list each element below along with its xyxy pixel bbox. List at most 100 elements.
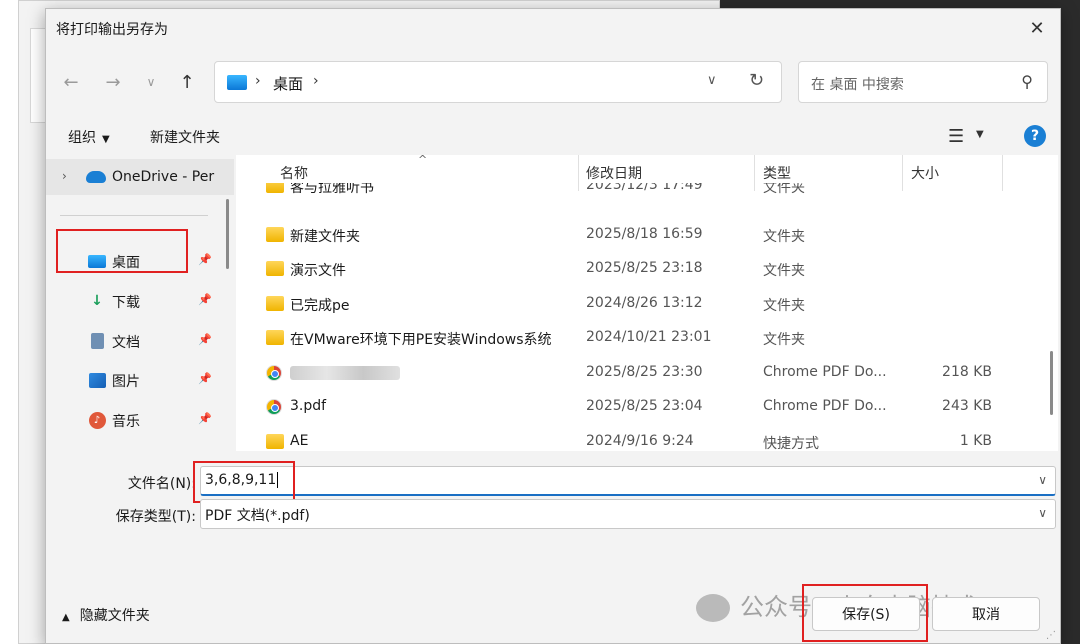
table-row[interactable]: 3.pdf 2025/8/25 23:04 Chrome PDF Do... 2… (236, 390, 1036, 424)
table-row[interactable]: 新建文件夹 2025/8/18 16:59 文件夹 (236, 218, 1036, 252)
sidebar-item-pictures[interactable]: 图片 📌 (46, 362, 234, 398)
column-header-size[interactable]: 大小 (911, 163, 939, 183)
table-row[interactable]: 演示文件 2025/8/25 23:18 文件夹 (236, 252, 1036, 286)
folder-icon (266, 261, 284, 276)
file-name: 已完成pe (290, 298, 350, 314)
sidebar-item-label: 下载 (112, 295, 140, 311)
filetype-value: PDF 文档(*.pdf) (205, 508, 310, 524)
back-button[interactable]: ← (56, 67, 86, 97)
shortcut-icon (266, 434, 284, 449)
file-name: 客与拉雅听书 (290, 183, 374, 196)
file-name: 在VMware环境下用PE安装Windows系统 (290, 332, 552, 348)
filetype-select[interactable]: PDF 文档(*.pdf) ∨ (200, 499, 1056, 529)
table-row[interactable]: 已完成pe 2024/8/26 13:12 文件夹 (236, 287, 1036, 321)
up-button[interactable]: ↑ (172, 67, 202, 97)
chevron-right-icon[interactable]: › (62, 169, 67, 183)
file-date: 2025/8/25 23:18 (586, 260, 703, 276)
blurred-file-name (290, 366, 400, 380)
close-button[interactable]: ✕ (1020, 13, 1054, 43)
column-header-name[interactable]: 名称 (280, 163, 308, 183)
file-type: Chrome PDF Do... (763, 364, 887, 380)
hide-folders-toggle[interactable]: ▲ 隐藏文件夹 (62, 605, 150, 625)
sidebar-item-downloads[interactable]: ↓ 下载 📌 (46, 283, 234, 319)
file-type: Chrome PDF Do... (763, 398, 887, 414)
sidebar-item-music[interactable]: ♪ 音乐 📌 (46, 402, 234, 438)
file-date: 2024/8/26 13:12 (586, 295, 703, 311)
table-row[interactable]: 2025/8/25 23:30 Chrome PDF Do... 218 KB (236, 356, 1036, 390)
refresh-icon[interactable]: ↻ (749, 70, 764, 91)
filename-label: 文件名(N): (127, 476, 196, 492)
breadcrumb-separator: › (255, 73, 261, 89)
new-folder-button[interactable]: 新建文件夹 (150, 127, 220, 147)
navigation-pane: › OneDrive - Per 桌面 📌 ↓ 下载 📌 文档 📌 图片 📌 ♪ (46, 155, 234, 451)
sidebar-item-label: 文档 (112, 335, 140, 351)
breadcrumb-desktop[interactable]: 桌面 (273, 73, 303, 94)
chevron-down-icon[interactable]: ∨ (707, 73, 717, 88)
file-date: 2025/8/25 23:04 (586, 398, 703, 414)
scrollbar[interactable] (1050, 351, 1053, 415)
organize-label: 组织 (68, 130, 96, 146)
file-type: 快捷方式 (763, 436, 819, 451)
dialog-title: 将打印输出另存为 (56, 22, 168, 38)
caret-down-icon[interactable]: ▼ (976, 129, 984, 140)
chrome-pdf-icon (266, 365, 282, 381)
scrollbar[interactable] (226, 199, 229, 269)
sidebar-item-videos[interactable]: 视频 (46, 441, 234, 451)
arrow-right-icon: → (105, 71, 121, 93)
close-icon: ✕ (1029, 17, 1045, 39)
organize-menu[interactable]: 组织 ▼ (68, 127, 110, 147)
file-type: 文件夹 (763, 298, 805, 314)
table-row[interactable]: 在VMware环境下用PE安装Windows系统 2024/10/21 23:0… (236, 321, 1036, 355)
sidebar-item-label: OneDrive - Per (112, 169, 215, 185)
title-bar: 将打印输出另存为 ✕ (46, 9, 1060, 49)
file-date: 2024/10/21 23:01 (586, 329, 712, 345)
file-size: 218 KB (942, 364, 992, 380)
sidebar-item-label: 视频 (112, 450, 140, 451)
file-name: 3.pdf (290, 398, 327, 414)
sidebar-item-documents[interactable]: 文档 📌 (46, 323, 234, 359)
sort-up-icon: ^ (418, 155, 428, 166)
file-name: AE (290, 433, 309, 449)
highlight-box (802, 584, 928, 642)
cancel-button[interactable]: 取消 (932, 597, 1040, 631)
arrow-up-icon: ↑ (179, 71, 195, 93)
address-bar[interactable]: › 桌面 › ∨ ↻ (214, 61, 782, 103)
search-input[interactable]: 在 桌面 中搜索 (811, 74, 904, 94)
sidebar-item-onedrive[interactable]: › OneDrive - Per (46, 159, 234, 195)
divider (60, 215, 208, 216)
arrow-left-icon: ← (63, 71, 79, 93)
desktop-icon (227, 75, 247, 90)
column-header-type[interactable]: 类型 (763, 163, 791, 183)
wechat-icon (696, 594, 730, 622)
table-row[interactable]: AE 2024/9/16 9:24 快捷方式 1 KB (236, 425, 1036, 451)
file-date: 2025/8/18 16:59 (586, 226, 703, 242)
chevron-down-icon[interactable]: ∨ (1038, 506, 1047, 520)
forward-button[interactable]: → (98, 67, 128, 97)
file-type: 文件夹 (763, 229, 805, 245)
breadcrumb-separator[interactable]: › (313, 73, 319, 89)
chevron-down-icon[interactable]: ∨ (1038, 473, 1047, 487)
resize-grip-icon[interactable]: ⋰ (1046, 630, 1056, 641)
recent-locations-button[interactable]: ∨ (136, 67, 166, 97)
file-size: 1 KB (959, 433, 992, 449)
pin-icon: 📌 (198, 372, 212, 385)
search-box[interactable]: 在 桌面 中搜索 ⚲ (798, 61, 1048, 103)
download-icon: ↓ (91, 293, 103, 309)
folder-icon (266, 296, 284, 311)
highlight-box (56, 229, 188, 273)
file-type: 文件夹 (763, 183, 805, 196)
help-icon[interactable]: ? (1024, 125, 1046, 147)
file-type: 文件夹 (763, 332, 805, 348)
file-date: 2024/9/16 9:24 (586, 433, 694, 449)
filename-field[interactable]: 3,6,8,9,11 ∨ (200, 466, 1056, 496)
highlight-box (193, 461, 295, 503)
filetype-label: 保存类型(T): (115, 509, 196, 525)
save-as-dialog: 将打印输出另存为 ✕ ← → ∨ ↑ › 桌面 › ∨ ↻ 在 桌面 中搜索 ⚲… (45, 8, 1061, 644)
file-name: 演示文件 (290, 263, 346, 279)
view-options-icon[interactable]: ☰ (948, 126, 964, 147)
caret-up-icon: ▲ (62, 612, 70, 623)
table-row[interactable]: 客与拉雅听书 2023/12/3 17:49 文件夹 (236, 183, 1036, 205)
caret-down-icon: ▼ (102, 134, 110, 145)
file-date: 2025/8/25 23:30 (586, 364, 703, 380)
column-header-date[interactable]: 修改日期 (586, 163, 642, 183)
